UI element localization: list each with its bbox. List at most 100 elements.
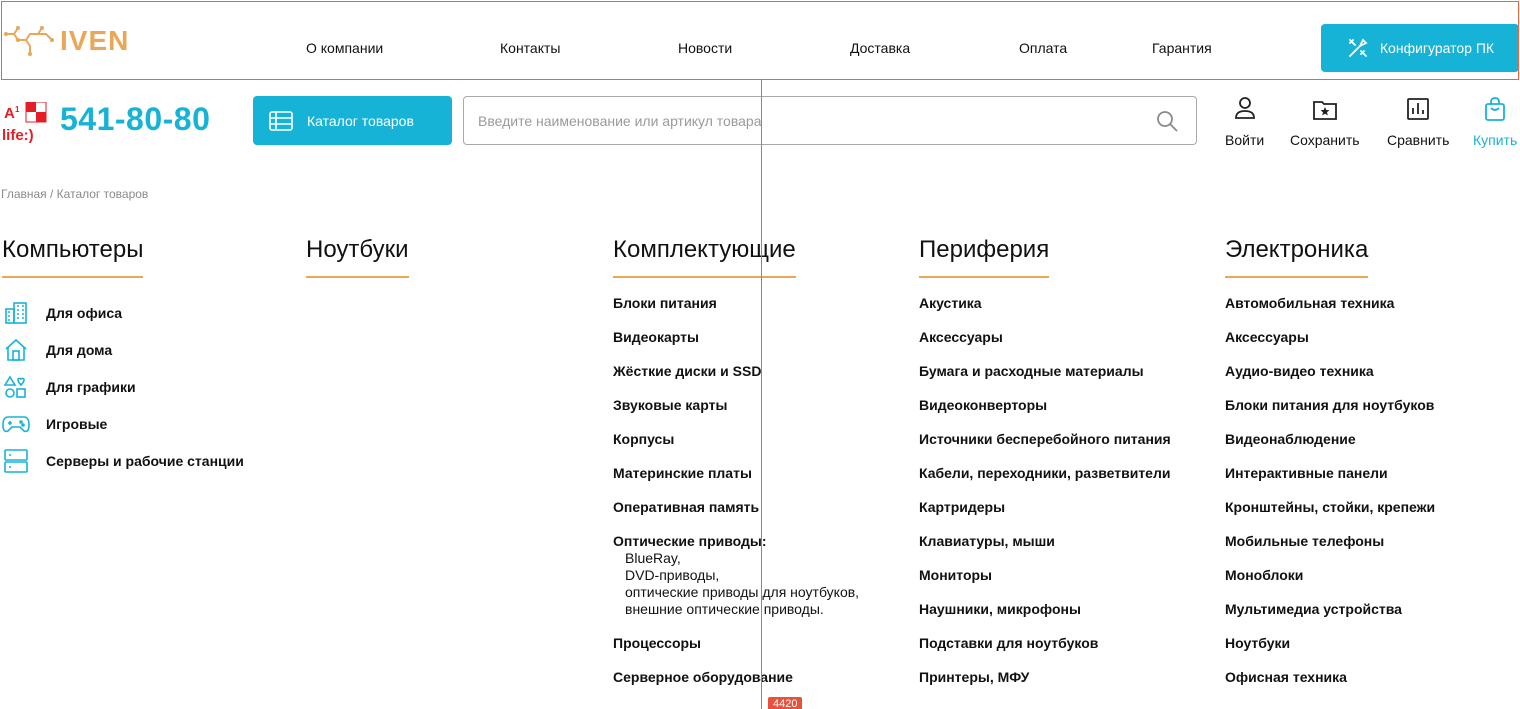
list-item[interactable]: Бумага и расходные материалы (919, 362, 1171, 396)
tools-icon (1349, 38, 1368, 57)
svg-text:A: A (4, 105, 15, 122)
list-item-optical[interactable]: Оптические приводы: BlueRay, DVD-приводы… (613, 532, 859, 634)
compare-button[interactable]: Сравнить (1387, 96, 1449, 148)
list-item[interactable]: Аксессуары (919, 328, 1171, 362)
category-title[interactable]: Компьютеры (2, 236, 144, 278)
category-electronics: Электроника Автомобильная техника Аксесс… (1225, 236, 1435, 702)
nav-about[interactable]: О компании (306, 40, 383, 56)
category-title[interactable]: Электроника (1225, 236, 1369, 278)
list-item-label: Серверы и рабочие станции (46, 452, 244, 469)
list-item[interactable]: Наушники, микрофоны (919, 600, 1171, 634)
top-navigation-bar: IVEN О компании Контакты Новости Доставк… (0, 0, 1520, 80)
save-label: Сохранить (1290, 132, 1360, 148)
shapes-icon (2, 374, 30, 400)
search-box (463, 96, 1197, 145)
category-title[interactable]: Периферия (919, 236, 1050, 278)
list-item[interactable]: Аксессуары (1225, 328, 1435, 362)
count-badge: 4420 (768, 697, 803, 709)
login-button[interactable]: Войти (1225, 96, 1264, 148)
chart-icon (1407, 98, 1430, 120)
breadcrumb[interactable]: Главная / Каталог товаров (1, 187, 148, 201)
category-title[interactable]: Ноутбуки (306, 236, 409, 278)
category-laptops: Ноутбуки (306, 236, 409, 278)
nav-warranty[interactable]: Гарантия (1152, 40, 1212, 56)
optical-sub-item[interactable]: внешние оптические приводы. (613, 601, 859, 618)
svg-text:life:): life:) (2, 127, 34, 144)
list-item[interactable]: Видеонаблюдение (1225, 430, 1435, 464)
optical-sub-item[interactable]: оптические приводы для ноутбуков, (613, 584, 859, 601)
list-item[interactable]: Принтеры, МФУ (919, 668, 1171, 702)
list-item[interactable]: Мониторы (919, 566, 1171, 600)
site-logo[interactable]: IVEN (4, 24, 129, 58)
optical-sub-item[interactable]: BlueRay, (613, 550, 859, 567)
operators-logo: A 1 life:) (2, 101, 50, 144)
list-item[interactable]: Звуковые карты (613, 396, 859, 430)
list-item[interactable]: Корпусы (613, 430, 859, 464)
buy-label: Купить (1473, 132, 1518, 148)
list-item[interactable]: Жёсткие диски и SSD (613, 362, 859, 396)
list-item[interactable]: Серверы и рабочие станции (2, 442, 244, 479)
nav-contacts[interactable]: Контакты (500, 40, 560, 56)
category-periphery: Периферия Акустика Аксессуары Бумага и р… (919, 236, 1171, 702)
periphery-list: Акустика Аксессуары Бумага и расходные м… (919, 294, 1171, 702)
list-item[interactable]: Материнские платы (613, 464, 859, 498)
optical-label: Оптические приводы: (613, 533, 767, 549)
list-item[interactable]: Кронштейны, стойки, крепежи (1225, 498, 1435, 532)
list-item[interactable]: Офисная техника (1225, 668, 1435, 702)
category-components: Комплектующие Блоки питания Видеокарты Ж… (613, 236, 859, 702)
search-icon[interactable] (1156, 110, 1178, 132)
list-item[interactable]: Видеокарты (613, 328, 859, 362)
building-icon (2, 300, 30, 326)
list-item[interactable]: Мобильные телефоны (1225, 532, 1435, 566)
list-item[interactable]: Серверное оборудование (613, 668, 859, 702)
bag-icon (1485, 97, 1506, 121)
list-item[interactable]: Картридеры (919, 498, 1171, 532)
list-item[interactable]: Акустика (919, 294, 1171, 328)
gamepad-icon (2, 411, 30, 437)
computers-list: Для офиса Для дома Для графики Игровые С… (2, 294, 244, 479)
list-item-label: Для дома (46, 341, 113, 358)
user-icon (1234, 97, 1255, 119)
list-item[interactable]: Кабели, переходники, разветвители (919, 464, 1171, 498)
list-item-label: Игровые (46, 415, 108, 432)
nav-delivery[interactable]: Доставка (850, 40, 910, 56)
list-item[interactable]: Для офиса (2, 294, 244, 331)
optical-sub-item[interactable]: DVD-приводы, (613, 567, 859, 584)
logo-icon (4, 26, 54, 56)
save-button[interactable]: Сохранить (1290, 96, 1360, 148)
list-item[interactable]: Видеоконверторы (919, 396, 1171, 430)
logo-text: IVEN (60, 25, 130, 56)
list-item[interactable]: Игровые (2, 405, 244, 442)
list-item[interactable]: Мультимедиа устройства (1225, 600, 1435, 634)
list-item[interactable]: Оперативная память (613, 498, 859, 532)
catalog-button[interactable]: Каталог товаров (253, 96, 452, 145)
components-list: Блоки питания Видеокарты Жёсткие диски и… (613, 294, 859, 702)
list-item[interactable]: Автомобильная техника (1225, 294, 1435, 328)
electronics-list: Автомобильная техника Аксессуары Аудио-в… (1225, 294, 1435, 702)
nav-news[interactable]: Новости (678, 40, 732, 56)
list-item[interactable]: Клавиатуры, мыши (919, 532, 1171, 566)
configurator-label: Конфигуратор ПК (1379, 40, 1495, 56)
search-input[interactable] (464, 97, 1124, 144)
list-item[interactable]: Блоки питания (613, 294, 859, 328)
list-item[interactable]: Для дома (2, 331, 244, 368)
list-item[interactable]: Ноутбуки (1225, 634, 1435, 668)
house-icon (2, 337, 30, 363)
list-item-label: Для графики (46, 378, 136, 395)
server-icon (2, 448, 30, 474)
list-item[interactable]: Источники бесперебойного питания (919, 430, 1171, 464)
compare-label: Сравнить (1387, 132, 1450, 148)
list-item[interactable]: Подставки для ноутбуков (919, 634, 1171, 668)
list-item[interactable]: Блоки питания для ноутбуков (1225, 396, 1435, 430)
category-title[interactable]: Комплектующие (613, 236, 796, 278)
list-item[interactable]: Моноблоки (1225, 566, 1435, 600)
list-item[interactable]: Аудио-видео техника (1225, 362, 1435, 396)
category-computers: Компьютеры Для офиса Для дома Для график… (2, 236, 244, 479)
list-item[interactable]: Интерактивные панели (1225, 464, 1435, 498)
nav-payment[interactable]: Оплата (1019, 40, 1067, 56)
list-item[interactable]: Для графики (2, 368, 244, 405)
configurator-button[interactable]: Конфигуратор ПК (1321, 24, 1519, 72)
buy-button[interactable]: Купить (1473, 96, 1517, 148)
list-item[interactable]: Процессоры (613, 634, 859, 668)
phone-number[interactable]: 541-80-80 (60, 101, 210, 138)
